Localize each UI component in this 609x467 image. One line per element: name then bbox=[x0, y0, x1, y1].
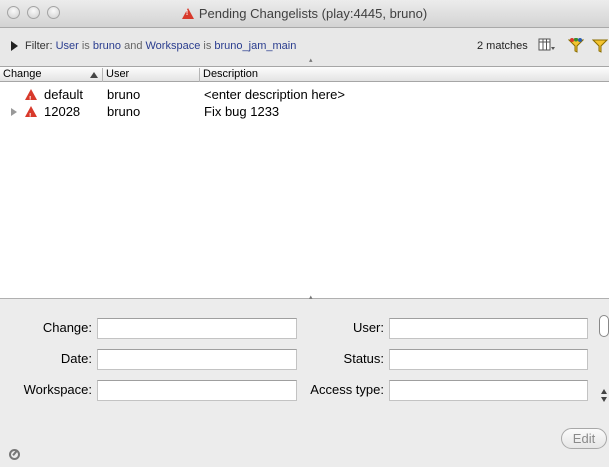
user-label: User: bbox=[352, 320, 384, 335]
filter-op-is: is bbox=[81, 40, 90, 52]
filter-field-user: User bbox=[55, 40, 79, 52]
table-header: Change User Description bbox=[0, 66, 609, 82]
filter-and: and bbox=[124, 40, 143, 52]
color-filter-icon[interactable] bbox=[567, 37, 585, 54]
scrollbar-thumb[interactable] bbox=[599, 315, 609, 337]
table-row[interactable]: default bruno <enter description here> bbox=[0, 86, 609, 108]
column-header-change[interactable]: Change bbox=[0, 68, 103, 82]
column-header-change-label: Change bbox=[3, 68, 42, 80]
splitter-handle-icon[interactable]: ▴ bbox=[309, 56, 313, 64]
status-field[interactable] bbox=[389, 349, 588, 370]
access-type-label: Access type: bbox=[310, 382, 384, 397]
cell-description: Fix bug 1233 bbox=[204, 104, 280, 119]
column-header-description-label: Description bbox=[203, 68, 259, 80]
status-label: Status: bbox=[343, 351, 384, 366]
workspace-field[interactable] bbox=[97, 380, 297, 401]
filter-icon[interactable] bbox=[591, 38, 609, 54]
cell-change: default bbox=[44, 87, 84, 102]
filter-field-workspace: Workspace bbox=[145, 40, 201, 52]
expand-row-icon[interactable] bbox=[11, 108, 17, 116]
column-chooser-icon[interactable] bbox=[538, 38, 556, 54]
details-panel: ▴ Change: User: Date: Status: Workspace:… bbox=[0, 294, 609, 467]
filter-bar: Filter: User is bruno and Workspace is b… bbox=[0, 28, 609, 66]
title-bar: Pending Changelists (play:4445, bruno) bbox=[0, 0, 609, 28]
refresh-status-icon[interactable] bbox=[9, 449, 20, 460]
filter-value-workspace: bruno_jam_main bbox=[214, 40, 297, 52]
filter-label: Filter: bbox=[25, 40, 53, 52]
window-title-wrap: Pending Changelists (play:4445, bruno) bbox=[0, 6, 609, 21]
date-label: Date: bbox=[60, 351, 92, 366]
warning-icon bbox=[25, 89, 37, 108]
access-type-field[interactable] bbox=[389, 380, 588, 401]
change-label: Change: bbox=[42, 320, 92, 335]
date-field[interactable] bbox=[97, 349, 297, 370]
cell-change: 12028 bbox=[44, 104, 81, 119]
cell-description: <enter description here> bbox=[204, 87, 345, 102]
column-header-user[interactable]: User bbox=[103, 68, 200, 82]
sort-ascending-icon bbox=[90, 72, 98, 78]
changelist-table: default bruno <enter description here> 1… bbox=[0, 82, 609, 298]
workspace-label: Workspace: bbox=[23, 382, 92, 397]
column-header-description[interactable]: Description bbox=[200, 68, 609, 82]
filter-value-user: bruno bbox=[92, 40, 122, 52]
scroll-up-icon[interactable] bbox=[601, 389, 607, 394]
window-title: Pending Changelists (play:4445, bruno) bbox=[198, 6, 428, 21]
cell-user: bruno bbox=[107, 87, 141, 102]
table-row[interactable]: 12028 bruno Fix bug 1233 bbox=[0, 103, 609, 125]
splitter-handle-icon[interactable]: ▴ bbox=[309, 293, 313, 301]
filter-op-is-2: is bbox=[203, 40, 212, 52]
details-scrollbar[interactable] bbox=[597, 311, 609, 405]
match-count: 2 matches bbox=[477, 40, 528, 52]
warning-icon bbox=[181, 8, 194, 19]
cell-user: bruno bbox=[107, 104, 141, 119]
column-header-user-label: User bbox=[106, 68, 130, 80]
filter-summary[interactable]: Filter: User is bruno and Workspace is b… bbox=[25, 40, 296, 52]
change-field[interactable] bbox=[97, 318, 297, 339]
filter-disclosure-triangle-icon[interactable] bbox=[11, 41, 18, 51]
scroll-down-icon[interactable] bbox=[601, 397, 607, 402]
user-field[interactable] bbox=[389, 318, 588, 339]
warning-icon bbox=[25, 106, 37, 125]
edit-button[interactable]: Edit bbox=[561, 428, 607, 449]
